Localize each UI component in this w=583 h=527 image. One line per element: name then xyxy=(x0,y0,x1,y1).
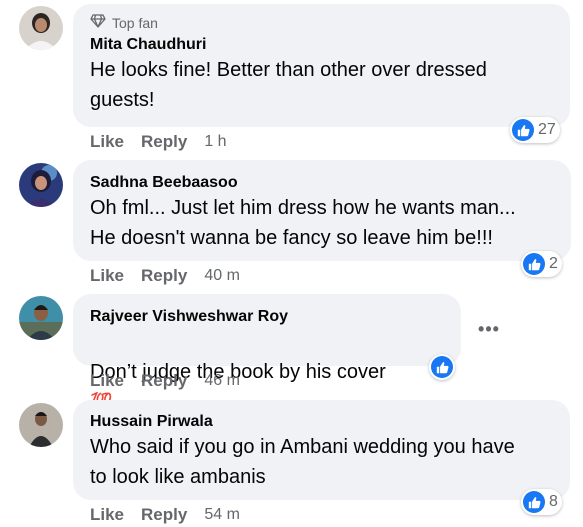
comment-text: Oh fml... Just let him dress how he want… xyxy=(90,197,516,249)
comment-actions: Like Reply 1 h xyxy=(90,132,227,152)
avatar[interactable] xyxy=(19,403,63,447)
timestamp[interactable]: 46 m xyxy=(204,372,240,390)
commenter-name[interactable]: Sadhna Beebaasoo xyxy=(90,173,557,193)
commenter-name[interactable]: Rajveer Vishweshwar Roy xyxy=(90,307,447,327)
timestamp[interactable]: 54 m xyxy=(204,506,240,524)
like-reaction-icon xyxy=(523,253,545,275)
like-button[interactable]: Like xyxy=(90,266,124,286)
commenter-name[interactable]: Mita Chaudhuri xyxy=(90,35,556,55)
more-options-icon[interactable]: ••• xyxy=(477,317,501,341)
like-button[interactable]: Like xyxy=(90,132,124,152)
reaction-count[interactable]: 8 xyxy=(521,489,562,515)
reaction-count[interactable]: 27 xyxy=(510,117,560,143)
reaction-count[interactable] xyxy=(429,354,455,380)
like-reaction-icon xyxy=(431,356,453,378)
comment-actions: Like Reply 46 m xyxy=(90,371,240,391)
avatar[interactable] xyxy=(19,296,63,340)
reply-button[interactable]: Reply xyxy=(141,132,187,152)
timestamp[interactable]: 40 m xyxy=(204,267,240,285)
comment-bubble: Sadhna Beebaasoo Oh fml... Just let him … xyxy=(73,160,571,261)
reply-button[interactable]: Reply xyxy=(141,371,187,391)
reaction-count[interactable]: 2 xyxy=(521,251,562,277)
reply-button[interactable]: Reply xyxy=(141,266,187,286)
like-reaction-icon xyxy=(512,119,534,141)
avatar[interactable] xyxy=(19,6,63,50)
commenter-name[interactable]: Hussain Pirwala xyxy=(90,412,556,432)
comment-bubble: Rajveer Vishweshwar Roy Don’t judge the … xyxy=(73,294,461,412)
like-button[interactable]: Like xyxy=(90,371,124,391)
comment-actions: Like Reply 54 m xyxy=(90,505,240,525)
comment-text: Who said if you go in Ambani wedding you… xyxy=(90,436,515,488)
timestamp[interactable]: 1 h xyxy=(204,133,226,151)
like-button[interactable]: Like xyxy=(90,505,124,525)
like-reaction-icon xyxy=(523,491,545,513)
comment-bubble: Top fan Mita Chaudhuri He looks fine! Be… xyxy=(73,4,570,127)
avatar[interactable] xyxy=(19,163,63,207)
comment-text: He looks fine! Better than other over dr… xyxy=(90,59,487,111)
reply-button[interactable]: Reply xyxy=(141,505,187,525)
top-fan-badge: Top fan xyxy=(90,13,556,32)
diamond-icon xyxy=(90,14,106,31)
comment-actions: Like Reply 40 m xyxy=(90,266,240,286)
comment-bubble: Hussain Pirwala Who said if you go in Am… xyxy=(73,400,570,500)
